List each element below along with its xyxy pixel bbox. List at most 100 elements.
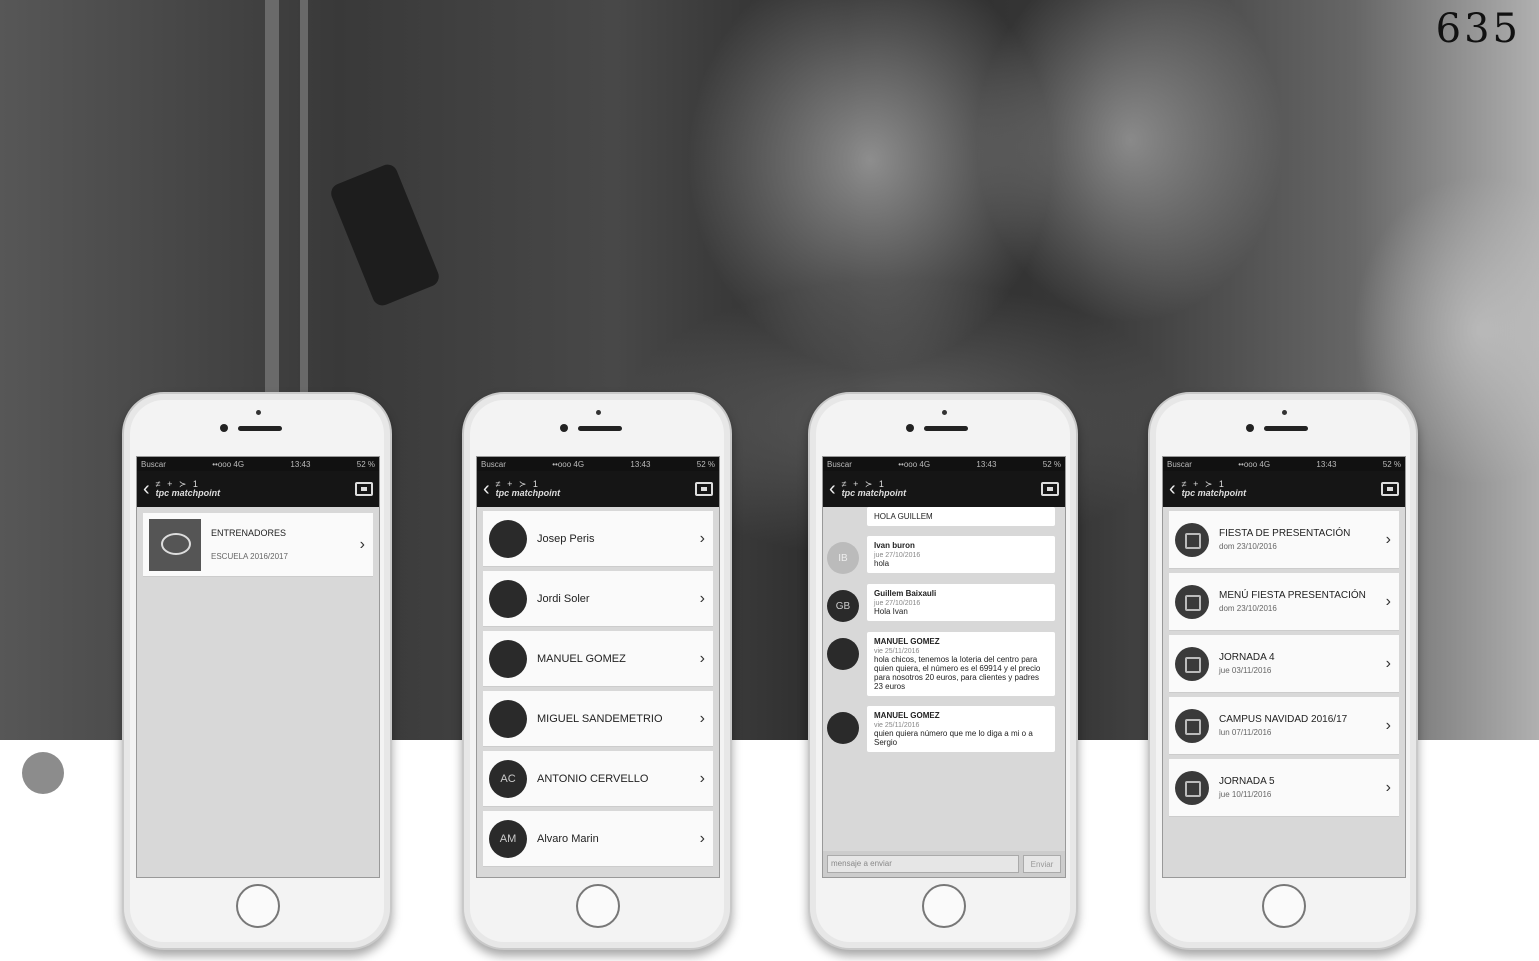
status-carrier: Buscar [141,459,166,469]
avatar [827,712,859,744]
decorative-dot [22,752,64,794]
chat-message: IB Ivan buron jue 27/10/2016 hola [823,532,1065,580]
contact-row[interactable]: MANUEL GOMEZ › [483,631,713,687]
avatar [489,579,527,618]
chat-message: GB Guillem Baixauli jue 27/10/2016 Hola … [823,580,1065,628]
contact-row[interactable]: Jordi Soler › [483,571,713,627]
avatar [489,639,527,678]
chat-message: MANUEL GOMEZ vie 25/11/2016 hola chicos,… [823,628,1065,702]
event-image-icon [1175,708,1209,743]
screen: Buscar ••ooo 4G 13:43 52 % ‹ ≠ + ≻ 1 tpc… [476,456,720,878]
nav-bar: ‹ ≠ + ≻ 1 tpc matchpoint [1163,471,1405,507]
background-tree [265,0,279,420]
phone-mockup-chat: Buscar ••ooo 4G 13:43 52 % ‹ ≠ + ≻ 1 tpc… [808,392,1078,950]
message-composer: mensaje a enviar Enviar [823,851,1065,877]
home-button[interactable] [1262,884,1306,928]
sensor-dot [256,410,261,415]
nav-bar: ‹ ≠ + ≻ 1 tpc matchpoint [477,471,719,507]
event-image-icon [1175,646,1209,681]
chat-message: HOLA GUILLEM [823,507,1065,532]
status-battery: 52 % [356,459,375,469]
contact-card-icon[interactable] [355,482,373,496]
event-row[interactable]: FIESTA DE PRESENTACIÓN dom 23/10/2016 › [1169,511,1399,569]
phone-mockup-events: Buscar ••ooo 4G 13:43 52 % ‹ ≠ + ≻ 1 tpc… [1148,392,1418,950]
contact-row[interactable]: MIGUEL SANDEMETRIO › [483,691,713,747]
nav-bar: ‹ ≠ + ≻ 1 tpc matchpoint [823,471,1065,507]
back-chevron-icon[interactable]: ‹ [829,479,836,499]
screen: Buscar ••ooo 4G 13:43 52 % ‹ ≠ + ≻ 1 tpc… [1162,456,1406,878]
chevron-right-icon: › [359,535,365,553]
message-input[interactable]: mensaje a enviar [827,855,1019,873]
home-button[interactable] [922,884,966,928]
earpiece [238,426,282,431]
event-image-icon [1175,770,1209,805]
nav-bar: ‹ ≠ + ≻ 1 tpc matchpoint [137,471,379,507]
back-chevron-icon[interactable]: ‹ [1169,479,1176,499]
avatar: AM [489,819,527,858]
chevron-right-icon: › [699,829,705,847]
app-logo: ≠ + ≻ 1 tpc matchpoint [155,479,221,498]
chat-message: MANUEL GOMEZ vie 25/11/2016 quien quiera… [823,702,1065,758]
sensor-dot [1282,410,1287,415]
home-button[interactable] [236,884,280,928]
phone-in-hand-photo [328,161,442,309]
status-bar: Buscar ••ooo 4G 13:43 52 % [477,457,719,471]
event-row[interactable]: JORNADA 4 jue 03/11/2016 › [1169,635,1399,693]
contact-row[interactable]: AC ANTONIO CERVELLO › [483,751,713,807]
chevron-right-icon: › [699,529,705,547]
avatar: IB [827,542,859,574]
avatar: AC [489,759,527,798]
page: 635 Buscar ••ooo 4G 13:43 52 % ‹ ≠ + ≻ 1… [0,0,1539,961]
chevron-right-icon: › [1385,778,1391,796]
screen: Buscar ••ooo 4G 13:43 52 % ‹ ≠ + ≻ 1 tpc… [136,456,380,878]
background-tree [300,0,308,420]
chevron-right-icon: › [1385,592,1391,610]
front-camera [906,424,914,432]
phone-mockup-groups: Buscar ••ooo 4G 13:43 52 % ‹ ≠ + ≻ 1 tpc… [122,392,392,950]
contact-card-icon[interactable] [1381,482,1399,496]
status-bar: Buscar ••ooo 4G 13:43 52 % [1163,457,1405,471]
avatar [489,519,527,558]
earpiece [924,426,968,431]
contact-row[interactable]: Josep Peris › [483,511,713,567]
status-bar: Buscar ••ooo 4G 13:43 52 % [137,457,379,471]
event-row[interactable]: MENÚ FIESTA PRESENTACIÓN dom 23/10/2016 … [1169,573,1399,631]
event-row[interactable]: CAMPUS NAVIDAD 2016/17 lun 07/11/2016 › [1169,697,1399,755]
avatar: GB [827,590,859,622]
avatar [489,699,527,738]
send-button[interactable]: Enviar [1023,855,1061,873]
chevron-right-icon: › [1385,530,1391,548]
status-signal: ••ooo 4G [212,459,245,469]
sensor-dot [596,410,601,415]
app-logo: ≠ + ≻ 1 tpc matchpoint [841,479,907,498]
avatar [827,638,859,670]
page-number: 635 [1435,6,1521,52]
back-chevron-icon[interactable]: ‹ [483,479,490,499]
app-logo: ≠ + ≻ 1 tpc matchpoint [495,479,561,498]
event-image-icon [1175,584,1209,619]
earpiece [1264,426,1308,431]
screen: Buscar ••ooo 4G 13:43 52 % ‹ ≠ + ≻ 1 tpc… [822,456,1066,878]
app-logo: ≠ + ≻ 1 tpc matchpoint [1181,479,1247,498]
chat-bubbles-icon [149,518,201,571]
back-chevron-icon[interactable]: ‹ [143,479,150,499]
front-camera [1246,424,1254,432]
chevron-right-icon: › [699,709,705,727]
chevron-right-icon: › [1385,716,1391,734]
phone-mockup-contacts: Buscar ••ooo 4G 13:43 52 % ‹ ≠ + ≻ 1 tpc… [462,392,732,950]
chevron-right-icon: › [699,769,705,787]
sensor-dot [942,410,947,415]
contact-row[interactable]: AM Alvaro Marin › [483,811,713,867]
chevron-right-icon: › [1385,654,1391,672]
status-bar: Buscar ••ooo 4G 13:43 52 % [823,457,1065,471]
contact-card-icon[interactable] [1041,482,1059,496]
contact-card-icon[interactable] [695,482,713,496]
chevron-right-icon: › [699,589,705,607]
earpiece [578,426,622,431]
home-button[interactable] [576,884,620,928]
event-row[interactable]: JORNADA 5 jue 10/11/2016 › [1169,759,1399,817]
front-camera [220,424,228,432]
event-image-icon [1175,522,1209,557]
status-time: 13:43 [290,459,311,469]
list-item[interactable]: ENTRENADORES ESCUELA 2016/2017 › [143,513,373,577]
